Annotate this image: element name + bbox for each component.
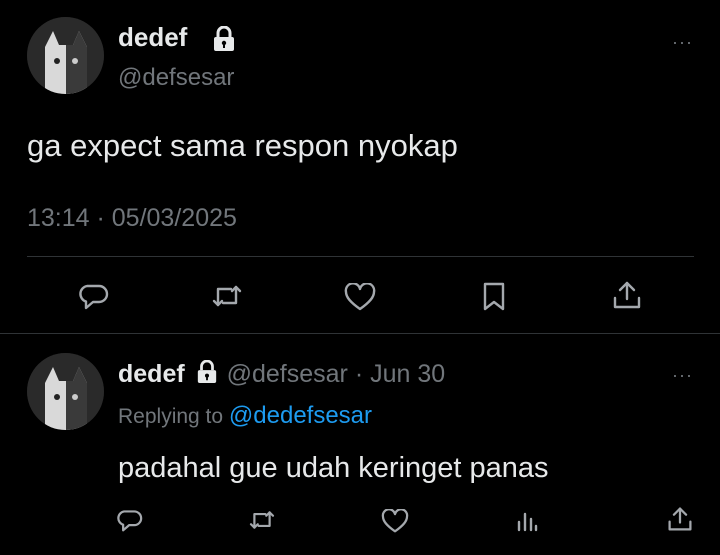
bookmark-icon[interactable] (482, 282, 506, 312)
cat-avatar-icon (27, 353, 104, 430)
more-options-button[interactable]: ··· (672, 32, 693, 53)
display-name[interactable]: dedef (118, 22, 187, 53)
like-icon[interactable] (344, 283, 376, 311)
lock-icon (196, 360, 218, 384)
reply-text: padahal gue udah keringet panas (118, 452, 549, 484)
share-icon[interactable] (667, 506, 693, 532)
share-icon[interactable] (612, 280, 642, 310)
date[interactable]: Jun 30 (370, 360, 445, 388)
retweet-icon[interactable] (248, 509, 276, 531)
reply-icon[interactable] (117, 508, 143, 532)
reply-icon[interactable] (79, 282, 109, 310)
avatar[interactable] (27, 353, 104, 430)
timestamp[interactable]: 13:14 · 05/03/2025 (27, 204, 237, 233)
separator: · (354, 360, 364, 388)
tweet-text: ga expect sama respon nyokap (27, 128, 458, 163)
lock-icon (212, 26, 236, 52)
more-options-button[interactable]: ··· (672, 365, 693, 386)
replying-prefix: Replying to (118, 405, 224, 428)
replying-to-link[interactable]: @dedefsesar (229, 402, 372, 429)
avatar[interactable] (27, 17, 104, 94)
like-icon[interactable] (381, 509, 409, 533)
replying-to: Replying to @dedefsesar (118, 402, 372, 430)
handle[interactable]: @defsesar (227, 360, 348, 388)
divider (0, 333, 720, 334)
display-name[interactable]: dedef (118, 360, 185, 388)
retweet-icon[interactable] (211, 283, 243, 309)
views-icon[interactable] (515, 508, 539, 532)
divider (27, 256, 694, 257)
handle[interactable]: @defsesar (118, 64, 234, 92)
cat-avatar-icon (27, 17, 104, 94)
reply-header: dedef @defsesar · Jun 30 (118, 360, 445, 389)
